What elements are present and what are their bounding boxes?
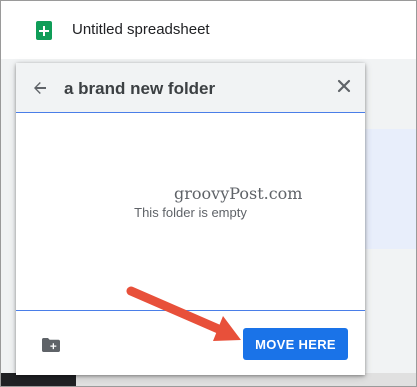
bottom-strip	[1, 373, 416, 386]
watermark-text: groovyPost.com	[174, 184, 303, 203]
move-folder-dialog: a brand new folder groovyPost.com This f…	[16, 63, 365, 375]
bottom-dark-bar	[1, 373, 76, 386]
google-sheets-icon[interactable]	[36, 21, 52, 40]
folder-title: a brand new folder	[64, 79, 216, 98]
dialog-footer: MOVE HERE	[16, 310, 365, 375]
close-icon[interactable]	[337, 79, 351, 93]
screenshot-frame: Untitled spreadsheet a brand new folder …	[0, 0, 417, 387]
arrow-left-icon[interactable]	[32, 80, 48, 96]
create-new-folder-icon[interactable]	[42, 338, 60, 352]
document-title[interactable]: Untitled spreadsheet	[72, 21, 210, 38]
move-here-button[interactable]: MOVE HERE	[243, 328, 348, 360]
empty-folder-message: This folder is empty	[134, 205, 247, 220]
spreadsheet-header: Untitled spreadsheet	[1, 1, 416, 59]
dialog-header: a brand new folder	[16, 63, 365, 113]
background-panel	[358, 129, 416, 249]
